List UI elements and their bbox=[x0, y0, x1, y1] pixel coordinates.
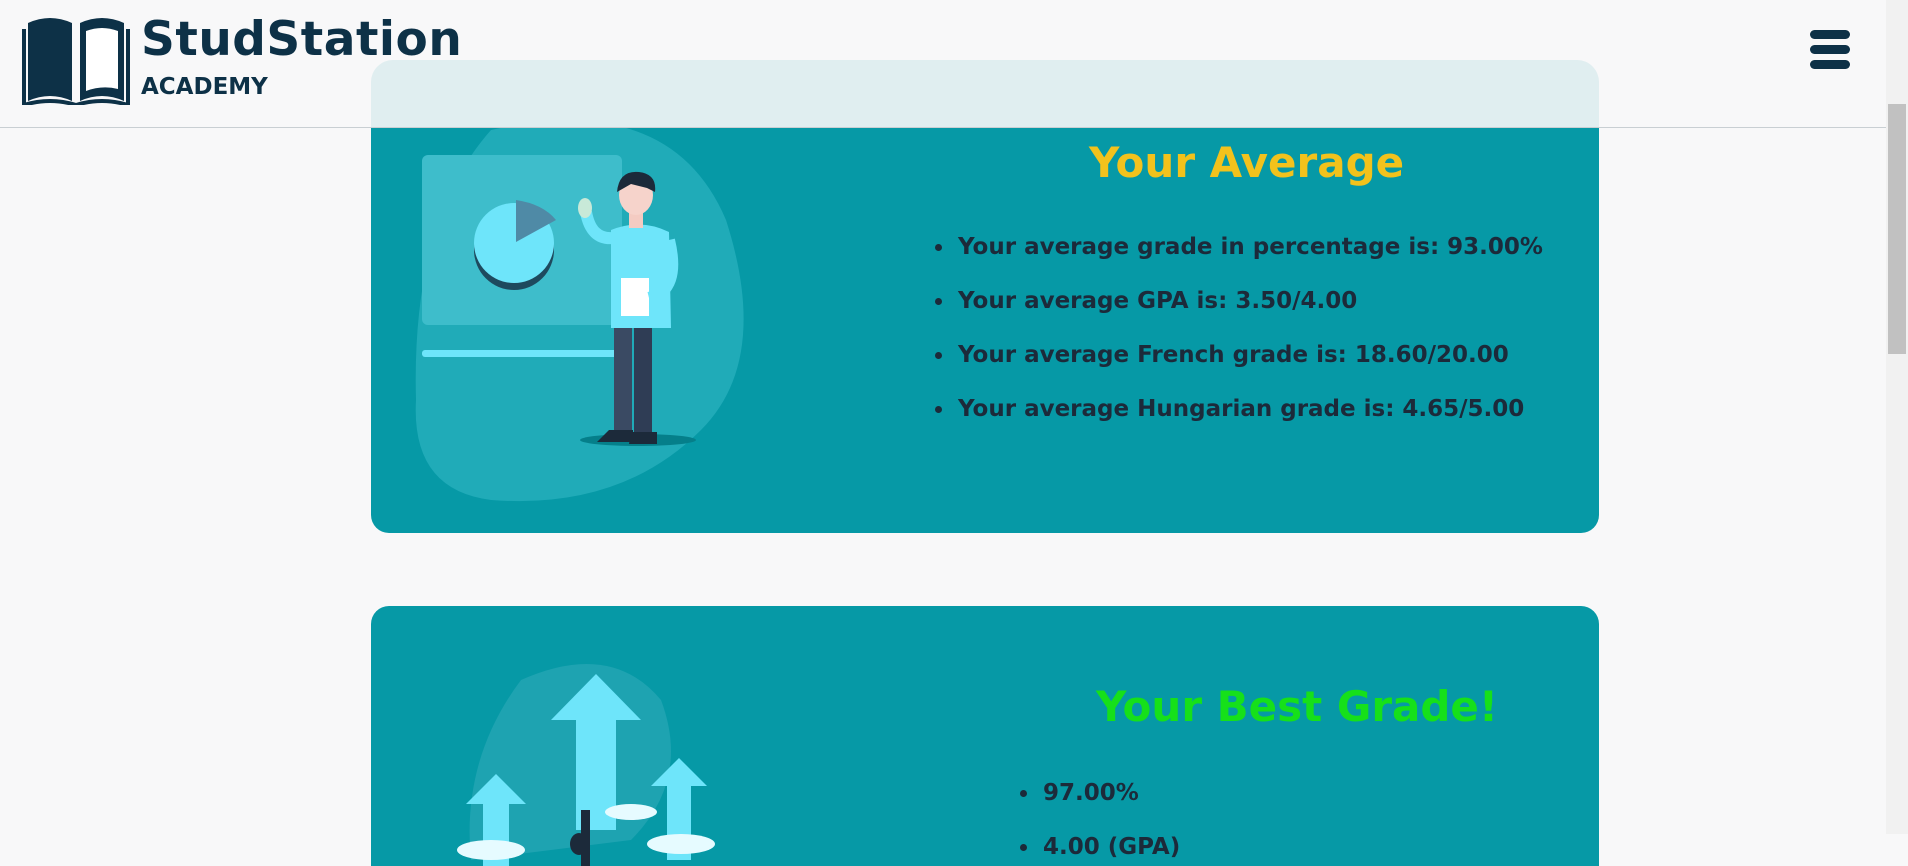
list-item: 4.00 (GPA) bbox=[1016, 820, 1180, 866]
average-card: Your Average Your average grade in perce… bbox=[371, 128, 1599, 533]
vertical-scrollbar-thumb[interactable] bbox=[1888, 104, 1906, 354]
best-grade-card-title: Your Best Grade! bbox=[1096, 682, 1499, 731]
best-grade-card: Your Best Grade! 97.00% 4.00 (GPA) bbox=[371, 606, 1599, 866]
list-item: Your average grade in percentage is: 93.… bbox=[931, 220, 1543, 274]
list-item: Your average French grade is: 18.60/20.0… bbox=[931, 328, 1543, 382]
hamburger-menu-icon[interactable] bbox=[1810, 30, 1850, 70]
brand-title[interactable]: StudStation bbox=[141, 12, 462, 67]
brand-subtitle: ACADEMY bbox=[141, 74, 268, 100]
list-item: 97.00% bbox=[1016, 766, 1180, 820]
open-book-logo-icon[interactable] bbox=[22, 15, 130, 105]
best-grade-stats-list: 97.00% 4.00 (GPA) bbox=[1016, 766, 1180, 866]
average-card-title: Your Average bbox=[1089, 138, 1405, 187]
average-stats-list: Your average grade in percentage is: 93.… bbox=[931, 220, 1543, 436]
rising-arrows-illustration bbox=[457, 664, 715, 866]
list-item: Your average GPA is: 3.50/4.00 bbox=[931, 274, 1543, 328]
teacher-presentation-illustration bbox=[415, 128, 744, 502]
site-header: StudStation ACADEMY bbox=[0, 0, 1886, 128]
list-item: Your average Hungarian grade is: 4.65/5.… bbox=[931, 382, 1543, 436]
